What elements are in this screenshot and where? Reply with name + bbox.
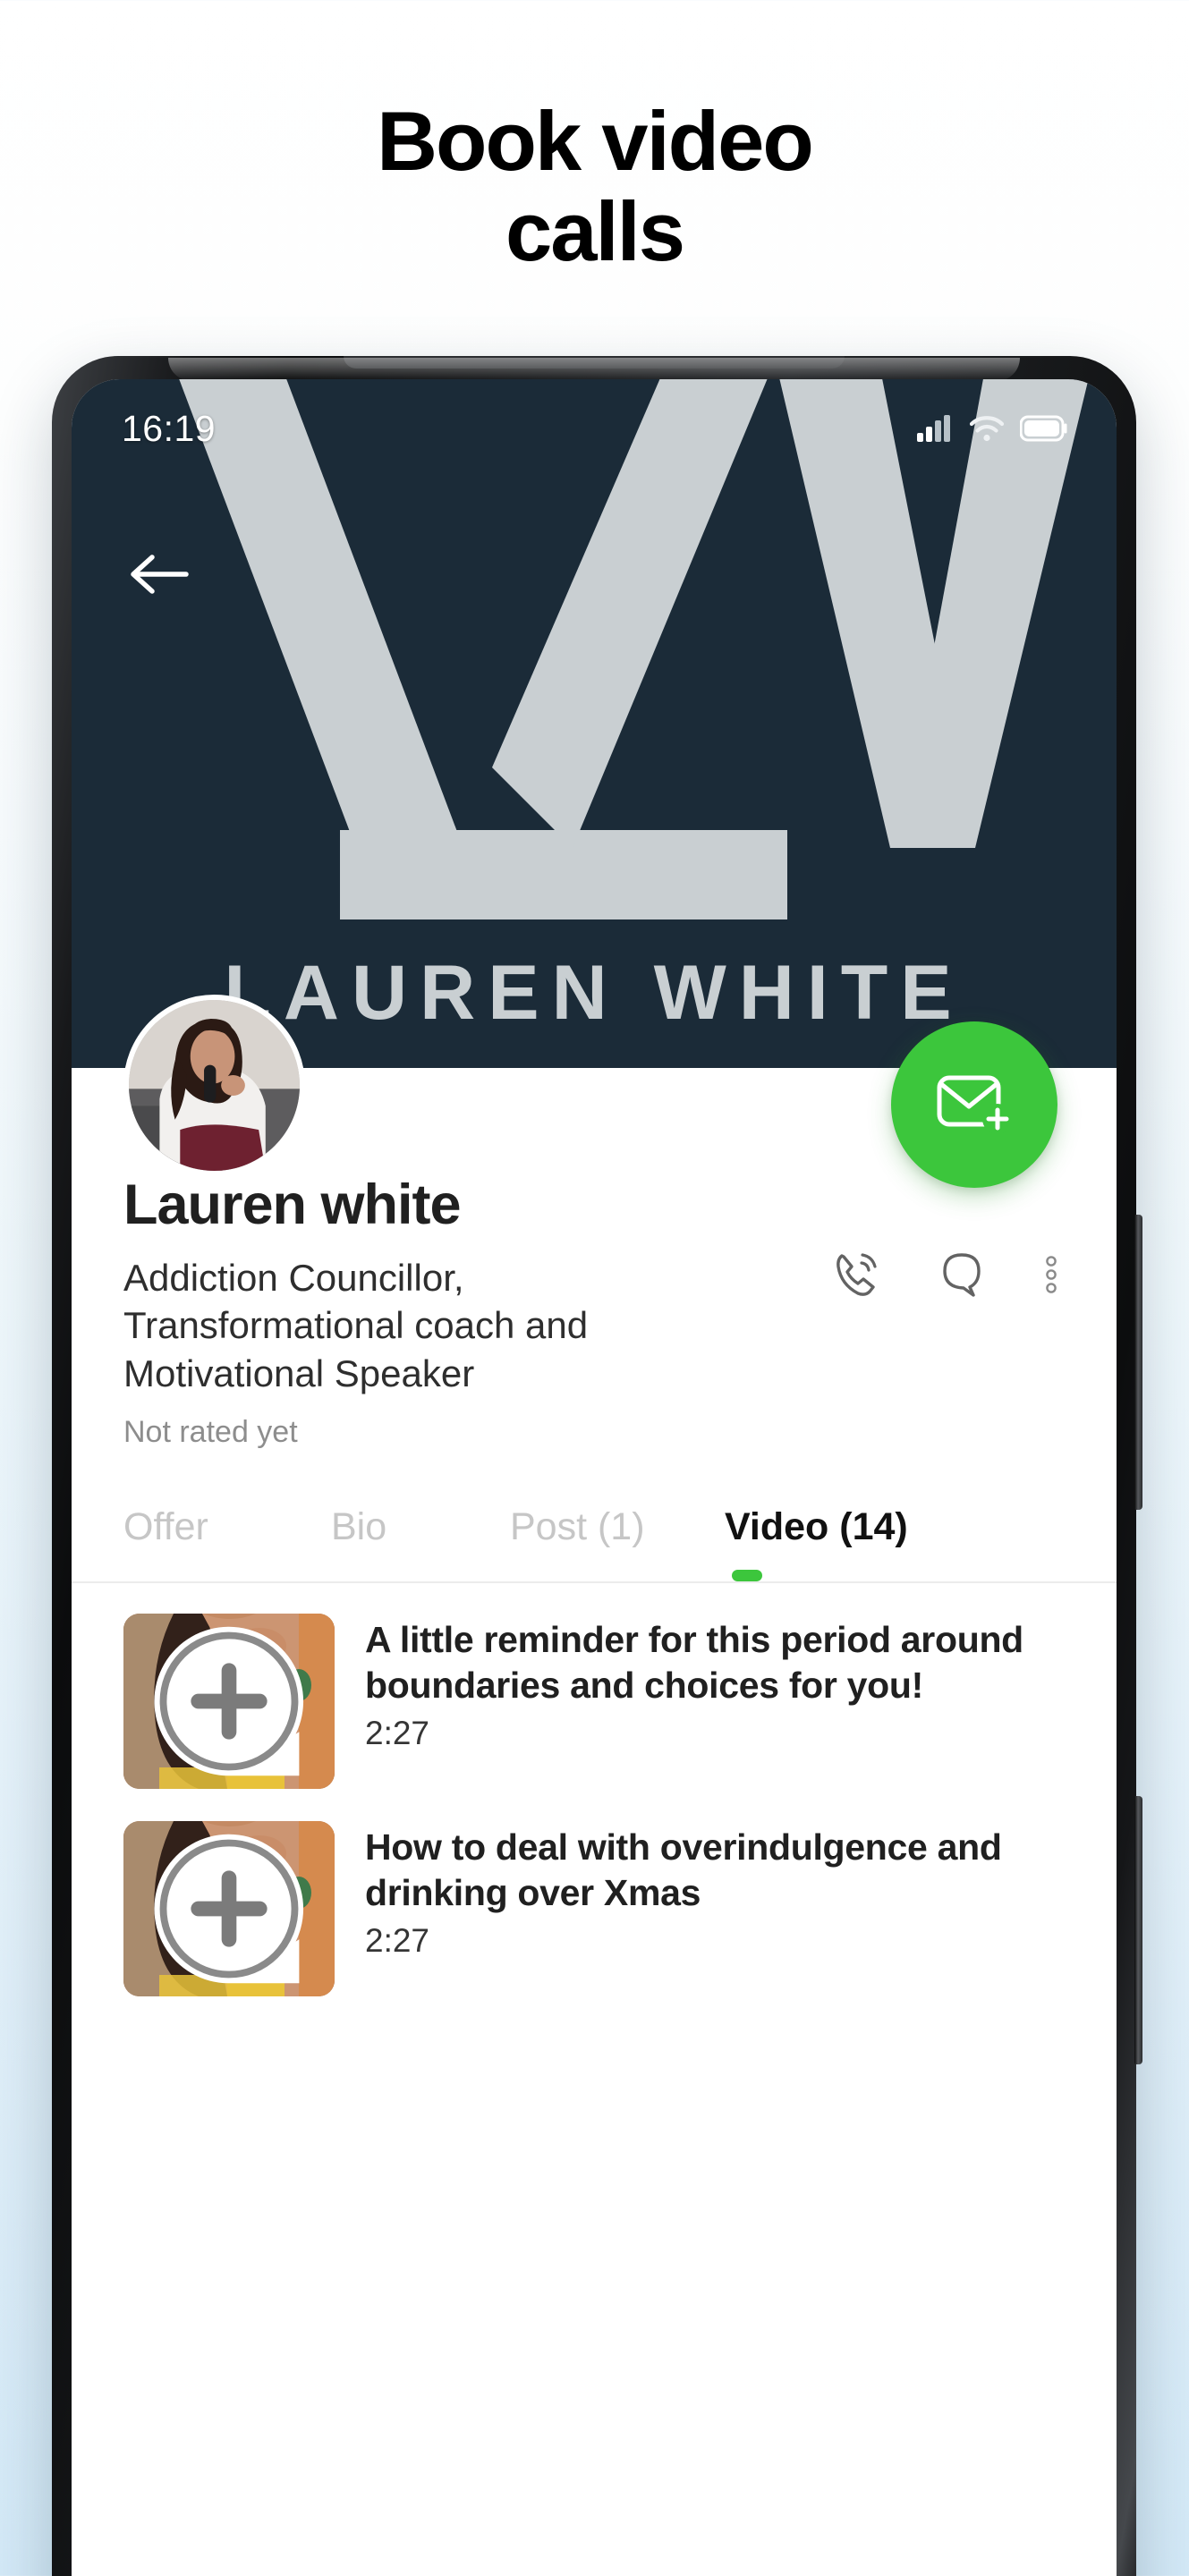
video-list-item[interactable]: A little reminder for this period around… (123, 1614, 1068, 1821)
promo-heading: Book video calls (0, 94, 1189, 278)
active-tab-indicator (732, 1570, 762, 1582)
call-icon (837, 1253, 877, 1296)
cellular-signal-icon (917, 415, 950, 442)
avatar[interactable] (123, 995, 305, 1176)
envelope-plus-icon (937, 1075, 1013, 1134)
power-button[interactable] (1134, 1796, 1142, 2064)
profile-rating: Not rated yet (123, 1415, 298, 1450)
tab-video[interactable]: Video (14) (725, 1505, 908, 1582)
wifi-icon (969, 416, 1005, 442)
status-bar: 16:19 (72, 379, 1117, 478)
video-list-item[interactable]: How to deal with overindulgence and drin… (123, 1821, 1068, 2029)
chat-button[interactable] (934, 1247, 989, 1302)
phone-earpiece (344, 356, 845, 369)
chat-bubble-icon (943, 1253, 981, 1297)
tab-video-label: Video (14) (725, 1505, 908, 1549)
video-title: A little reminder for this period around… (365, 1619, 1023, 1706)
profile-cover-banner: LAUREN WHITE 16:19 (72, 379, 1117, 1068)
battery-icon (1020, 415, 1067, 442)
back-button[interactable] (116, 542, 202, 606)
send-message-button[interactable] (891, 1021, 1057, 1188)
profile-action-icons (828, 1247, 1063, 1302)
tab-post[interactable]: Post (1) (510, 1505, 725, 1581)
play-add-icon (154, 1626, 304, 1776)
avatar-photo (129, 1000, 300, 1171)
video-meta: How to deal with overindulgence and drin… (365, 1821, 1068, 1996)
profile-tagline: Addiction Councillor, Transformational c… (123, 1257, 589, 1394)
tab-offer[interactable]: Offer (123, 1505, 331, 1581)
call-button[interactable] (828, 1247, 884, 1302)
tab-bio[interactable]: Bio (331, 1505, 510, 1581)
tab-offer-label: Offer (123, 1505, 208, 1549)
profile-name: Lauren white (123, 1174, 462, 1236)
more-vertical-icon (1046, 1256, 1057, 1293)
video-list: A little reminder for this period around… (72, 1583, 1117, 2029)
video-duration: 2:27 (365, 1714, 430, 1751)
tab-bio-label: Bio (331, 1505, 387, 1549)
video-meta: A little reminder for this period around… (365, 1614, 1068, 1789)
promo-heading-line-2: calls (505, 183, 685, 278)
volume-rocker-button[interactable] (1134, 1215, 1142, 1510)
phone-device-mockup: LAUREN WHITE 16:19 Lauren white Addictio… (52, 356, 1142, 2576)
status-bar-icons (916, 414, 1068, 443)
play-add-icon (154, 1834, 304, 1984)
promo-heading-line-1: Book video (377, 94, 814, 188)
video-title: How to deal with overindulgence and drin… (365, 1826, 1002, 1913)
status-bar-time: 16:19 (122, 407, 217, 449)
video-thumbnail (123, 1614, 335, 1790)
video-duration: 2:27 (365, 1921, 430, 1959)
video-thumbnail (123, 1821, 335, 1997)
phone-screen: LAUREN WHITE 16:19 Lauren white Addictio… (72, 379, 1117, 2576)
tab-post-label: Post (1) (510, 1505, 645, 1549)
profile-tabs: Offer Bio Post (1) Video (14) (72, 1450, 1117, 1582)
back-arrow-icon (131, 555, 189, 594)
more-options-button[interactable] (1040, 1247, 1063, 1302)
